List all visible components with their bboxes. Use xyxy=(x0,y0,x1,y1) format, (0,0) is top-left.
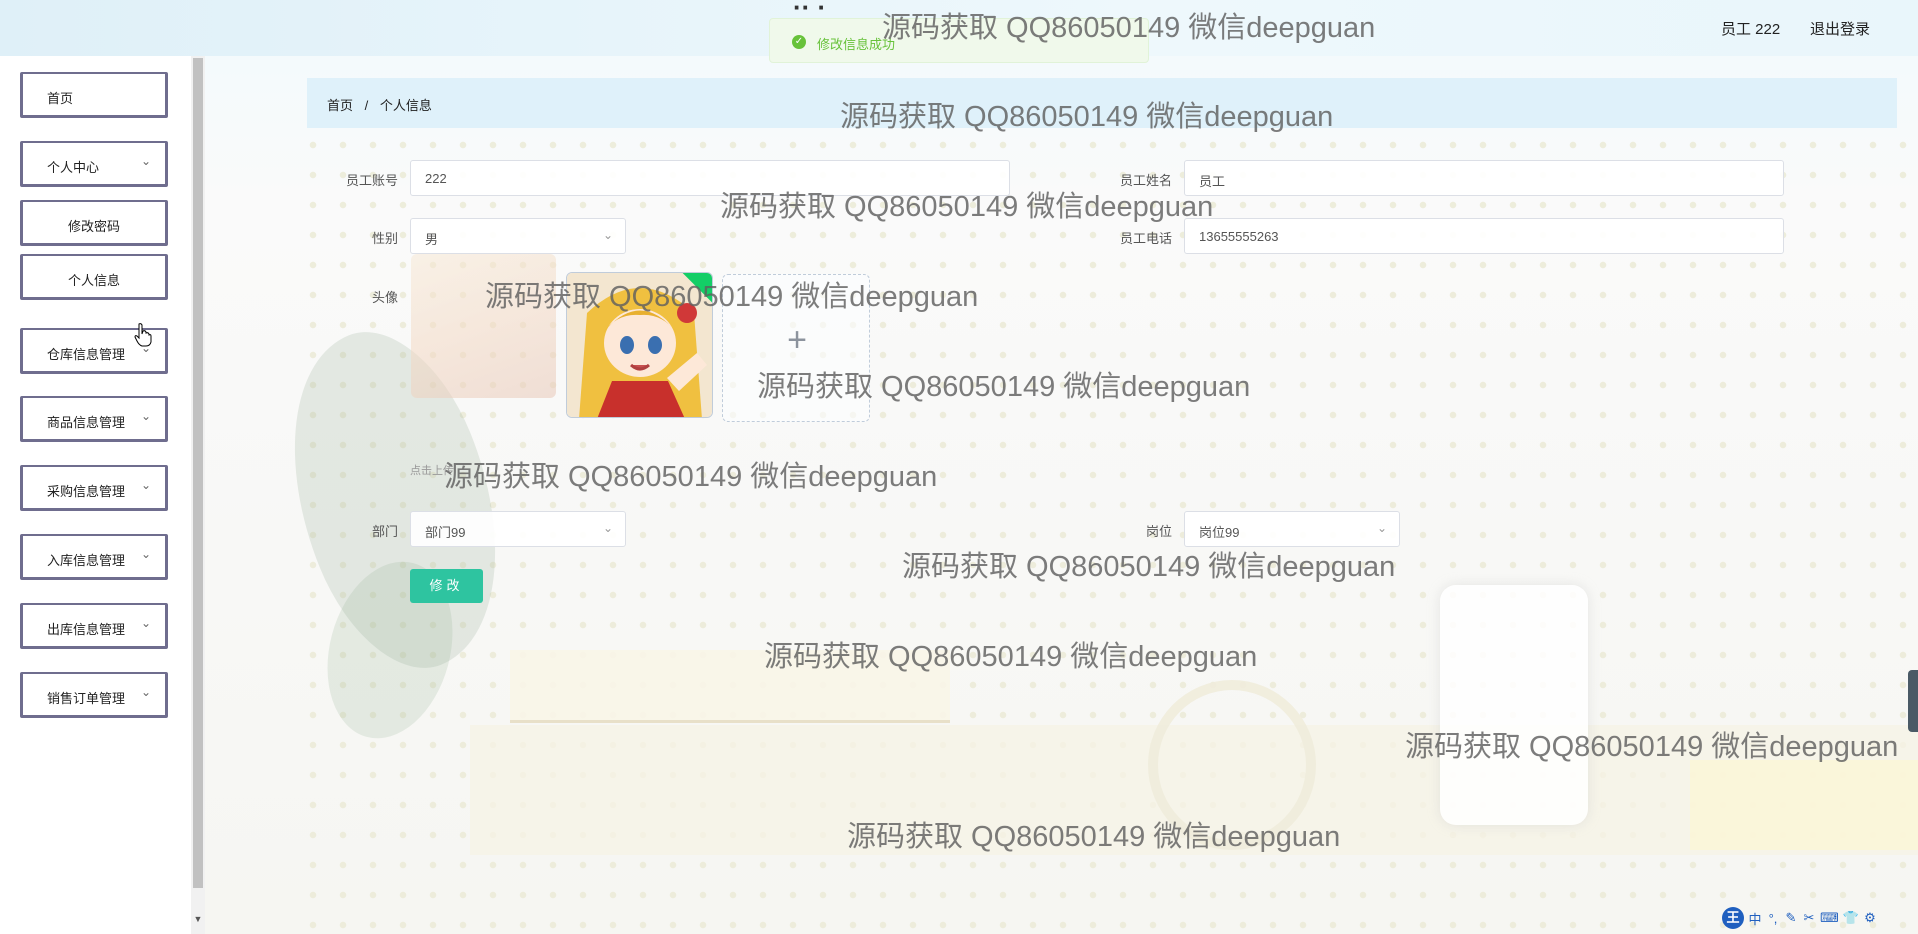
side-widget-tab[interactable] xyxy=(1908,670,1918,732)
sidebar-item-home[interactable]: 首页 xyxy=(20,72,168,118)
sidebar-item-label: 修改密码 xyxy=(67,219,120,234)
breadcrumb-separator: / xyxy=(364,98,369,113)
gender-select[interactable]: 男 ⌄ xyxy=(410,218,626,254)
sidebar-item-change-password[interactable]: 修改密码 xyxy=(20,200,168,246)
sidebar-scrollbar-thumb[interactable] xyxy=(193,58,203,888)
breadcrumb-home-link[interactable]: 首页 xyxy=(327,98,353,113)
current-user-label: 员工 222 xyxy=(1721,21,1781,38)
background-box xyxy=(510,650,950,723)
ime-settings-icon[interactable]: ⚙ xyxy=(1863,910,1877,926)
chevron-down-icon: ⌄ xyxy=(602,521,613,535)
chevron-down-icon: ⌄ xyxy=(140,154,151,168)
ime-punctuation-icon[interactable]: °, xyxy=(1766,911,1780,926)
avatar-image[interactable] xyxy=(566,272,713,418)
sidebar-item-personal-center[interactable]: 个人中心 ⌄ xyxy=(20,141,168,187)
logout-button[interactable]: 退出登录 xyxy=(1810,18,1870,39)
department-select[interactable]: 部门99 ⌄ xyxy=(410,511,626,547)
avatar-preview-faded xyxy=(411,254,556,398)
phone-label: 员工电话 xyxy=(1119,231,1172,246)
sidebar-item-label: 入库信息管理 xyxy=(47,553,126,568)
mouse-cursor-icon xyxy=(134,323,152,347)
ime-toolbar: 王 中 °, ✎ ✂ ⌨ 👕 ⚙ xyxy=(1722,906,1918,930)
sidebar-item-label: 首页 xyxy=(47,91,74,106)
submit-button[interactable]: 修改 xyxy=(410,569,483,603)
sidebar-item-label: 采购信息管理 xyxy=(47,484,126,499)
success-toast: ✓ 修改信息成功 xyxy=(769,18,1149,63)
department-label: 部门 xyxy=(371,524,398,539)
scroll-down-arrow-icon[interactable]: ▼ xyxy=(192,914,204,924)
ime-keyboard-icon[interactable]: ⌨ xyxy=(1820,910,1839,926)
avatar-upload-button[interactable]: + xyxy=(722,274,870,422)
upload-tip: 点击上传 xyxy=(410,465,454,477)
gender-select-value: 男 xyxy=(425,232,439,247)
sidebar-item-outbound[interactable]: 出库信息管理 ⌄ xyxy=(20,603,168,649)
position-select-value: 岗位99 xyxy=(1199,525,1240,540)
name-field[interactable]: 员工 xyxy=(1184,160,1784,196)
toast-message: 修改信息成功 xyxy=(817,37,896,52)
sidebar-item-goods[interactable]: 商品信息管理 ⌄ xyxy=(20,396,168,442)
sidebar-item-label: 个人中心 xyxy=(47,160,100,175)
chevron-down-icon: ⌄ xyxy=(602,228,613,242)
account-label: 员工账号 xyxy=(345,173,398,188)
position-label: 岗位 xyxy=(1145,524,1172,539)
ime-handwriting-icon[interactable]: ✎ xyxy=(1784,910,1798,926)
check-circle-icon: ✓ xyxy=(792,35,806,49)
sidebar-item-purchase[interactable]: 采购信息管理 ⌄ xyxy=(20,465,168,511)
sidebar-item-personal-info[interactable]: 个人信息 xyxy=(20,254,168,300)
sidebar-item-label: 商品信息管理 xyxy=(47,415,126,430)
plus-icon: + xyxy=(787,321,807,359)
ime-chinese-mode-icon[interactable]: 中 xyxy=(1748,909,1762,928)
chevron-down-icon: ⌄ xyxy=(140,547,151,561)
sidebar-item-sales-order[interactable]: 销售订单管理 ⌄ xyxy=(20,672,168,718)
sidebar-item-label: 出库信息管理 xyxy=(47,622,126,637)
sidebar-item-label: 销售订单管理 xyxy=(47,691,126,706)
background-cylinder xyxy=(1440,585,1588,825)
chevron-down-icon: ⌄ xyxy=(1376,521,1387,535)
ime-logo-icon[interactable]: 王 xyxy=(1722,907,1744,929)
sidebar-item-label: 个人信息 xyxy=(67,273,120,288)
breadcrumb: 首页 / 个人信息 xyxy=(307,78,1897,128)
phone-field[interactable]: 13655555263 xyxy=(1184,218,1784,254)
background-slab xyxy=(1690,760,1918,850)
chevron-down-icon: ⌄ xyxy=(140,616,151,630)
gender-label: 性别 xyxy=(371,231,398,246)
position-select[interactable]: 岗位99 ⌄ xyxy=(1184,511,1400,547)
sidebar-item-inbound[interactable]: 入库信息管理 ⌄ xyxy=(20,534,168,580)
avatar-label: 头像 xyxy=(371,290,398,305)
sidebar-item-label: 仓库信息管理 xyxy=(47,347,126,362)
breadcrumb-current: 个人信息 xyxy=(379,98,432,113)
chevron-down-icon: ⌄ xyxy=(140,409,151,423)
name-label: 员工姓名 xyxy=(1119,173,1172,188)
background-ring xyxy=(1148,680,1316,850)
ime-scissors-icon[interactable]: ✂ xyxy=(1802,910,1816,926)
department-select-value: 部门99 xyxy=(425,525,466,540)
account-field[interactable]: 222 xyxy=(410,160,1010,196)
chevron-down-icon: ⌄ xyxy=(140,478,151,492)
anime-avatar-image xyxy=(567,273,712,417)
chevron-down-icon: ⌄ xyxy=(140,685,151,699)
ime-skin-icon[interactable]: 👕 xyxy=(1843,910,1859,926)
